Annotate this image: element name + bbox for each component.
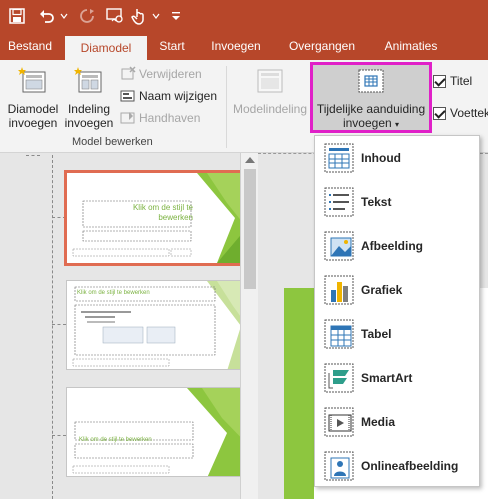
scroll-up-icon[interactable] xyxy=(245,157,255,163)
menu-item-label: Media xyxy=(361,415,396,429)
insert-layout-label-2: invoegen xyxy=(64,116,114,130)
media-placeholder-icon xyxy=(323,406,355,438)
slide-thumbnail-graphic xyxy=(72,388,249,476)
edit-master-group-label: Model bewerken xyxy=(72,136,153,148)
preserve-icon xyxy=(120,110,136,126)
thumbnail-scrollbar[interactable] xyxy=(240,153,258,499)
checkbox-checked-icon xyxy=(433,74,446,88)
slide-thumbnail-1[interactable]: Klik om de stijl te bewerken xyxy=(64,170,253,266)
scrollbar-thumb[interactable] xyxy=(244,169,256,289)
touch-mode-icon[interactable] xyxy=(128,4,150,28)
slide-thumbnail-title: Klik om de stijl te bewerken xyxy=(77,290,150,296)
menu-item-label: Grafiek xyxy=(361,283,403,297)
tab-animations[interactable]: Animaties xyxy=(376,33,446,60)
presentation-icon[interactable] xyxy=(104,4,126,28)
delete-button[interactable]: Verwijderen xyxy=(120,64,202,84)
rename-button[interactable]: Naam wijzigen xyxy=(120,86,217,106)
insert-layout-button[interactable]: Indeling invoegen xyxy=(62,66,116,130)
menu-item-label: Tekst xyxy=(361,195,392,209)
undo-dropdown-icon[interactable] xyxy=(58,4,70,28)
preserve-button[interactable]: Handhaven xyxy=(120,108,200,128)
insert-slide-master-label-1: Diamodel xyxy=(7,102,59,116)
master-layout-button[interactable]: Modelindeling xyxy=(232,66,308,116)
tree-connector xyxy=(52,155,53,499)
redo-icon[interactable] xyxy=(76,4,98,28)
slide-green-band xyxy=(284,288,314,499)
rename-icon xyxy=(120,88,136,104)
insert-layout-label-1: Indeling xyxy=(67,102,111,116)
menu-item-online-picture[interactable]: Onlineafbeelding xyxy=(315,444,479,488)
insert-placeholder-button[interactable]: Tijdelijke aanduiding invoegen ▾ xyxy=(312,66,430,132)
smartart-placeholder-icon xyxy=(323,362,355,394)
layout-icon xyxy=(73,66,105,98)
rename-label: Naam wijzigen xyxy=(139,89,218,103)
group-separator xyxy=(226,66,227,148)
menu-item-text[interactable]: Tekst xyxy=(315,180,479,224)
tree-connector xyxy=(52,324,66,325)
tree-connector xyxy=(52,217,66,218)
undo-icon[interactable] xyxy=(36,4,58,28)
ribbon-tabs: Bestand Diamodel Start Invoegen Overgang… xyxy=(0,33,488,60)
menu-item-label: Afbeelding xyxy=(361,239,423,253)
insert-slide-master-label-2: invoegen xyxy=(8,116,58,130)
master-layout-icon xyxy=(254,66,286,98)
table-placeholder-icon xyxy=(323,318,355,350)
title-bar xyxy=(0,0,488,33)
footer-checkbox[interactable]: Voettek xyxy=(433,106,488,120)
tree-connector xyxy=(26,155,40,156)
title-checkbox[interactable]: Titel xyxy=(433,74,472,88)
insert-placeholder-label-1: Tijdelijke aanduiding xyxy=(316,102,426,116)
menu-item-label: Tabel xyxy=(361,327,392,341)
customize-qat-icon[interactable] xyxy=(168,4,184,28)
checkbox-checked-icon xyxy=(433,106,446,120)
chevron-down-icon: ▾ xyxy=(395,120,400,129)
menu-item-picture[interactable]: Afbeelding xyxy=(315,224,479,268)
tab-transitions[interactable]: Overgangen xyxy=(282,33,362,60)
menu-item-smartart[interactable]: SmartArt xyxy=(315,356,479,400)
chart-placeholder-icon xyxy=(323,274,355,306)
tab-insert[interactable]: Invoegen xyxy=(204,33,268,60)
content-placeholder-icon xyxy=(323,142,355,174)
menu-item-chart[interactable]: Grafiek xyxy=(315,268,479,312)
text-placeholder-icon xyxy=(323,186,355,218)
preserve-label: Handhaven xyxy=(139,111,201,125)
placeholder-dropdown-menu: Inhoud Tekst Afbeelding Grafiek Tabel Sm… xyxy=(314,135,480,487)
menu-item-label: SmartArt xyxy=(361,371,413,385)
thumbnail-pane[interactable]: Klik om de stijl te bewerken Klik om de … xyxy=(0,153,258,499)
insert-placeholder-label-2: invoegen ▾ xyxy=(342,116,400,130)
insert-slide-master-button[interactable]: Diamodel invoegen xyxy=(4,66,62,130)
menu-item-label: Onlineafbeelding xyxy=(361,459,459,473)
tree-connector xyxy=(52,435,66,436)
menu-item-label: Inhoud xyxy=(361,151,401,165)
tab-slide-master[interactable]: Diamodel xyxy=(65,36,147,60)
footer-checkbox-label: Voettek xyxy=(450,106,488,120)
online-picture-placeholder-icon xyxy=(323,450,355,482)
delete-label: Verwijderen xyxy=(139,67,202,81)
title-checkbox-label: Titel xyxy=(450,74,473,88)
menu-item-media[interactable]: Media xyxy=(315,400,479,444)
menu-item-table[interactable]: Tabel xyxy=(315,312,479,356)
master-layout-label: Modelindeling xyxy=(232,102,308,116)
slide-thumbnail-title: Klik om de stijl te bewerken xyxy=(132,203,193,222)
tab-file[interactable]: Bestand xyxy=(0,33,60,60)
placeholder-icon xyxy=(355,66,387,98)
slide-thumbnail-2[interactable]: Klik om de stijl te bewerken xyxy=(66,280,250,370)
slide-thumbnail-3[interactable]: Klik om de stijl te bewerken xyxy=(66,387,250,477)
picture-placeholder-icon xyxy=(323,230,355,262)
menu-item-content[interactable]: Inhoud xyxy=(315,136,479,180)
touch-dropdown-icon[interactable] xyxy=(150,4,162,28)
slide-thumbnail-title: Klik om de stijl te bewerken xyxy=(79,437,152,443)
save-icon[interactable] xyxy=(6,4,28,28)
delete-icon xyxy=(120,66,136,82)
tab-home[interactable]: Start xyxy=(152,33,192,60)
slide-master-icon xyxy=(17,66,49,98)
